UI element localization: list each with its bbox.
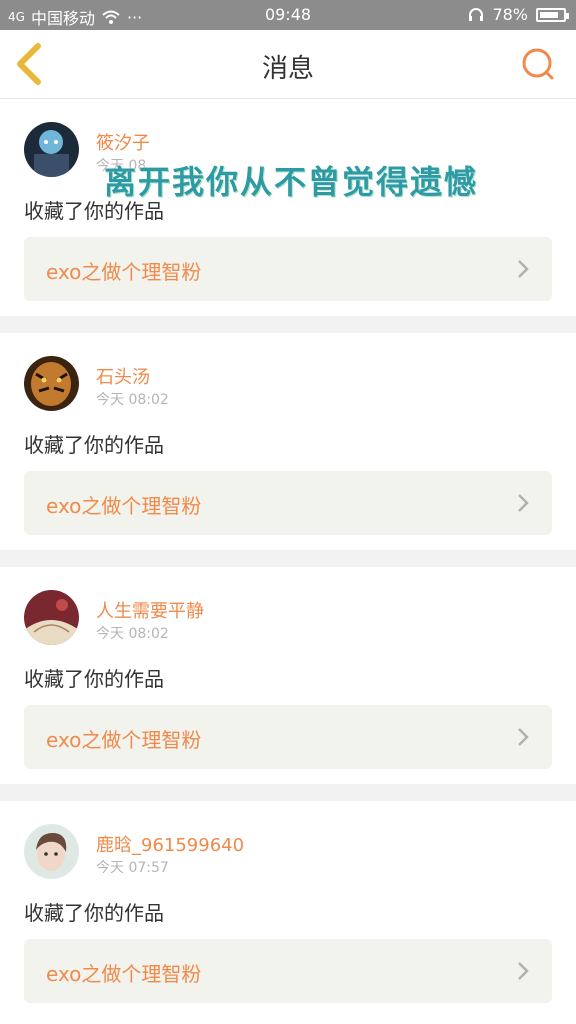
work-card[interactable]: exo之做个理智粉 xyxy=(24,939,552,1003)
username[interactable]: 鹿晗_961599640 xyxy=(96,831,244,857)
status-bar: 4G 中国移动 ··· 09:48 78% xyxy=(0,0,576,30)
work-card[interactable]: exo之做个理智粉 xyxy=(24,705,552,769)
timestamp: 今天 08:02 xyxy=(96,392,169,408)
avatar[interactable] xyxy=(24,590,79,645)
status-right: 78% xyxy=(468,5,569,24)
message-item: 筱汐子 今天 08 收藏了你的作品 exo之做个理智粉 xyxy=(0,99,576,316)
battery-icon xyxy=(536,7,569,22)
headphone-icon xyxy=(469,7,484,21)
chevron-right-icon xyxy=(518,728,529,746)
username[interactable]: 石头汤 xyxy=(96,363,150,389)
timestamp: 今天 07:57 xyxy=(96,860,169,876)
list-divider xyxy=(0,784,576,801)
work-card[interactable]: exo之做个理智粉 xyxy=(24,237,552,301)
app-header: 消息 xyxy=(0,30,576,99)
list-divider xyxy=(0,550,576,567)
avatar[interactable] xyxy=(24,356,79,411)
clock: 09:48 xyxy=(264,5,312,24)
message-item: 鹿晗_961599640 今天 07:57 收藏了你的作品 exo之做个理智粉 xyxy=(0,801,576,1018)
work-title: exo之做个理智粉 xyxy=(46,260,202,284)
search-icon xyxy=(522,48,554,80)
action-text: 收藏了你的作品 xyxy=(24,901,164,925)
chevron-right-icon xyxy=(518,260,529,278)
search-button[interactable] xyxy=(520,46,556,82)
chevron-right-icon xyxy=(518,494,529,512)
username[interactable]: 人生需要平静 xyxy=(96,597,204,623)
action-text: 收藏了你的作品 xyxy=(24,433,164,457)
battery-percent: 78% xyxy=(492,5,528,24)
action-text: 收藏了你的作品 xyxy=(24,667,164,691)
page-title: 消息 xyxy=(261,54,314,84)
work-title: exo之做个理智粉 xyxy=(46,494,202,518)
avatar[interactable] xyxy=(24,824,79,879)
message-item: 人生需要平静 今天 08:02 收藏了你的作品 exo之做个理智粉 xyxy=(0,567,576,784)
message-item: 石头汤 今天 08:02 收藏了你的作品 exo之做个理智粉 xyxy=(0,333,576,550)
overlay-text-caption: 离开我你从不曾觉得遗憾 xyxy=(104,163,479,201)
list-divider xyxy=(0,316,576,333)
username[interactable]: 筱汐子 xyxy=(96,129,150,155)
avatar[interactable] xyxy=(24,122,79,177)
work-title: exo之做个理智粉 xyxy=(46,962,202,986)
message-list: 筱汐子 今天 08 收藏了你的作品 exo之做个理智粉 石头汤 今天 08:02… xyxy=(0,99,576,1018)
work-card[interactable]: exo之做个理智粉 xyxy=(24,471,552,535)
timestamp: 今天 08:02 xyxy=(96,626,169,642)
chevron-right-icon xyxy=(518,962,529,980)
work-title: exo之做个理智粉 xyxy=(46,728,202,752)
